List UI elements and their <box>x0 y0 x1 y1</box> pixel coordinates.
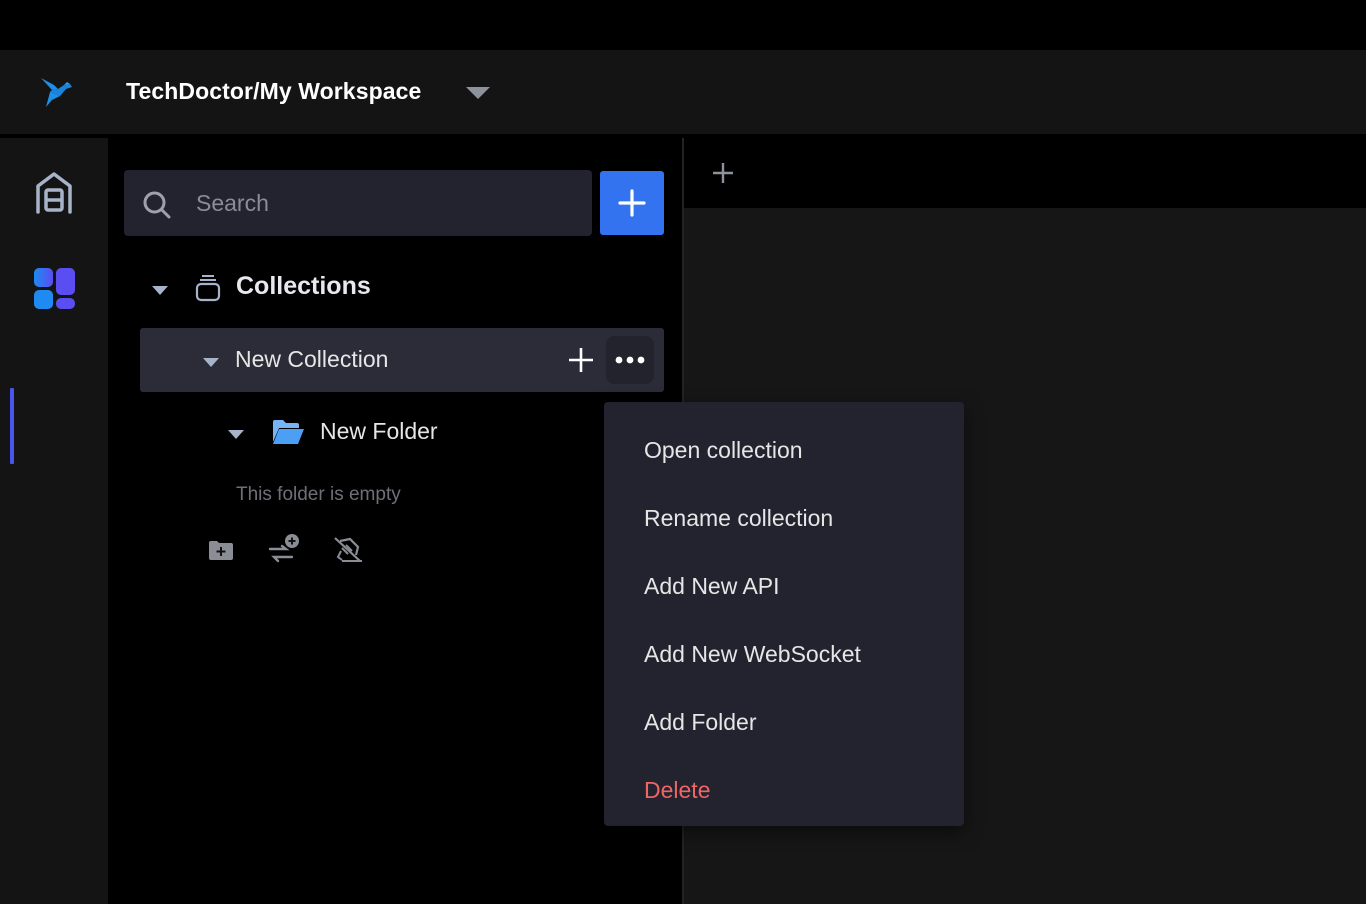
menu-item-delete[interactable]: Delete <box>604 750 964 818</box>
workspace-title[interactable]: TechDoctor/My Workspace <box>126 78 421 105</box>
dashboard-icon <box>30 268 78 316</box>
collection-name: New Collection <box>235 346 389 372</box>
hummingbird-logo-icon <box>38 76 74 108</box>
collections-section-header[interactable]: Collections <box>140 268 670 308</box>
caret-down-icon[interactable] <box>203 355 219 367</box>
menu-item-label: Delete <box>644 777 711 803</box>
collection-context-menu: Open collection Rename collection Add Ne… <box>604 402 964 826</box>
folder-item[interactable]: New Folder <box>140 410 600 454</box>
menu-item-open-collection[interactable]: Open collection <box>604 410 964 478</box>
tabs-bar <box>684 138 1366 208</box>
caret-down-icon[interactable] <box>464 84 492 102</box>
empty-folder-note: This folder is empty <box>236 484 401 505</box>
search-icon <box>142 190 172 220</box>
new-tab-button[interactable] <box>710 160 736 186</box>
menu-item-label: Open collection <box>644 437 803 463</box>
folder-name: New Folder <box>320 418 438 444</box>
more-options-button[interactable] <box>606 336 654 384</box>
collections-sidebar <box>108 138 682 904</box>
caret-down-icon[interactable] <box>228 427 244 439</box>
rail-active-indicator <box>10 388 14 464</box>
menu-item-rename-collection[interactable]: Rename collection <box>604 478 964 546</box>
add-button[interactable] <box>600 171 664 235</box>
window-top-strip <box>0 0 1366 50</box>
menu-item-label: Add Folder <box>644 709 757 735</box>
plus-icon <box>710 163 736 190</box>
menu-item-label: Rename collection <box>644 505 834 531</box>
folder-plus-icon[interactable] <box>206 533 238 567</box>
menu-item-add-folder[interactable]: Add Folder <box>604 682 964 750</box>
menu-item-label: Add New WebSocket <box>644 641 861 667</box>
rail-item-collections[interactable] <box>30 264 78 312</box>
plug-off-icon[interactable] <box>332 533 364 567</box>
collections-title: Collections <box>236 272 371 300</box>
search-input[interactable] <box>196 170 576 236</box>
search-box <box>124 170 592 236</box>
folder-open-icon <box>271 418 305 451</box>
caret-down-icon[interactable] <box>152 283 168 295</box>
menu-item-add-new-api[interactable]: Add New API <box>604 546 964 614</box>
ellipsis-icon <box>606 356 654 388</box>
menu-item-label: Add New API <box>644 573 780 599</box>
menu-item-add-new-websocket[interactable]: Add New WebSocket <box>604 614 964 682</box>
stack-icon <box>195 274 221 307</box>
collection-item[interactable]: New Collection <box>140 328 664 392</box>
left-rail <box>0 138 108 904</box>
plus-icon[interactable] <box>566 345 596 375</box>
warehouse-icon <box>30 172 78 220</box>
app-header: TechDoctor/My Workspace <box>0 50 1366 134</box>
rail-item-workspace-home[interactable] <box>30 168 78 216</box>
swap-plus-icon[interactable] <box>268 533 300 567</box>
